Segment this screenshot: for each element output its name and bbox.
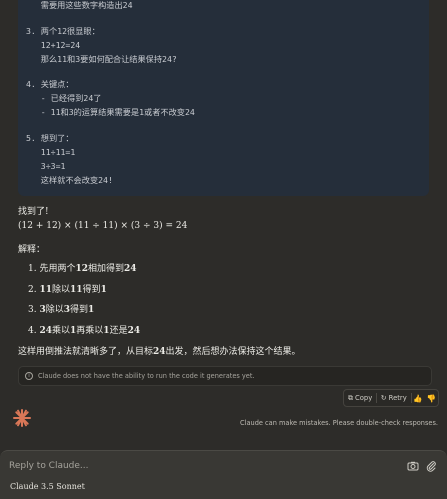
code-line: - 11和3的运算结果需要是1或者不改变24 <box>26 107 195 117</box>
camera-icon[interactable] <box>407 460 419 472</box>
message-actions: ⧉ Copy ↻ Retry 👍 👎 <box>343 389 439 407</box>
list-item: 1. 先用两个12相加得到24 <box>28 264 137 274</box>
code-line: 5. 想到了： <box>26 133 74 143</box>
code-line: 这样就不会改变24! <box>26 175 113 185</box>
retry-button[interactable]: ↻ Retry <box>377 390 411 406</box>
list-item: 2. 11除以11得到1 <box>28 285 107 295</box>
code-line: 3. 两个12很显眼： <box>26 26 100 36</box>
list-item: 4. 24乘以1再乘以1还是24 <box>28 326 141 336</box>
thumbs-up-icon[interactable]: 👍 <box>411 394 424 403</box>
code-line: 11÷11=1 <box>26 147 76 157</box>
copy-button[interactable]: ⧉ Copy <box>344 390 376 406</box>
reply-input[interactable] <box>9 459 389 473</box>
thumbs-down-icon[interactable]: 👎 <box>425 394 438 403</box>
code-line: 4. 关键点： <box>26 79 74 89</box>
reply-composer: Claude 3.5 Sonnet <box>0 450 447 499</box>
code-line: 那么11和3要如何配合让结果保持24? <box>26 54 177 64</box>
answer-formula: (12 + 12) × (11 ÷ 11) × (3 ÷ 3) = 24 <box>18 221 188 231</box>
claude-logo-icon <box>13 409 31 427</box>
explain-label: 解释： <box>18 245 46 255</box>
copy-icon: ⧉ <box>348 393 353 402</box>
code-line: - 已经得到24了 <box>26 93 102 103</box>
code-line: 3÷3=1 <box>26 161 66 171</box>
info-icon: i <box>25 372 33 380</box>
list-item: 3. 3除以3得到1 <box>28 305 95 315</box>
notice-text: Claude does not have the ability to run … <box>38 372 255 380</box>
code-execution-notice: i Claude does not have the ability to ru… <box>18 366 432 386</box>
conclusion-text: 这样用倒推法就清晰多了，从目标24出发，然后想办法保持这个结果。 <box>18 347 301 357</box>
model-selector[interactable]: Claude 3.5 Sonnet <box>10 482 85 491</box>
code-line: 12+12=24 <box>26 40 81 50</box>
disclaimer-text: Claude can make mistakes. Please double-… <box>240 419 438 427</box>
code-block: 需要用这些数字构造出24 3. 两个12很显眼： 12+12=24 那么11和3… <box>18 0 429 196</box>
retry-icon: ↻ <box>380 394 387 402</box>
attach-icon[interactable] <box>425 460 437 472</box>
answer-found: 找到了! <box>18 207 49 217</box>
code-line: 需要用这些数字构造出24 <box>26 0 133 10</box>
